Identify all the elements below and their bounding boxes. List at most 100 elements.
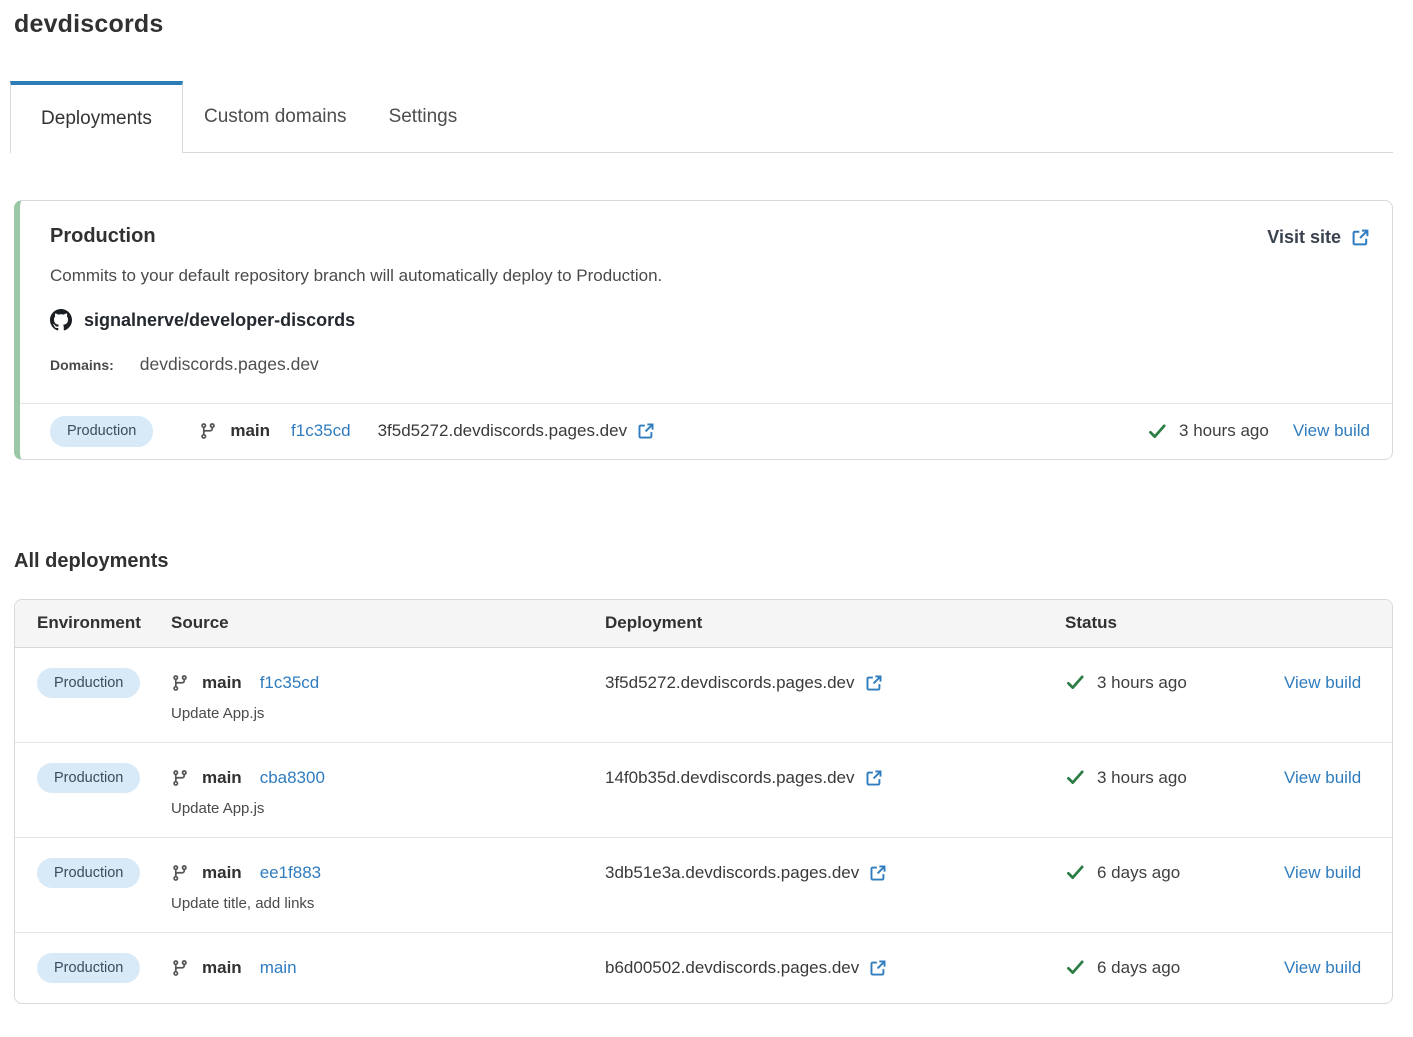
deployment-url: 3f5d5272.devdiscords.pages.dev [378,421,628,441]
tab-bar: Deployments Custom domains Settings [10,81,1393,153]
git-branch-icon [199,422,217,440]
status-cell: 3 hours ago [1065,668,1284,698]
environment-cell: Production [37,953,171,984]
deployment-url-group[interactable]: b6d00502.devdiscords.pages.dev [605,958,887,978]
deployment-url-group[interactable]: 3f5d5272.devdiscords.pages.dev [605,673,883,693]
commit-link[interactable]: f1c35cd [291,421,351,441]
environment-badge: Production [37,763,140,794]
visit-site-link[interactable]: Visit site [1267,227,1370,248]
deployment-cell: b6d00502.devdiscords.pages.dev [605,953,1065,983]
table-header-row: Environment Source Deployment Status [15,600,1392,648]
view-build-link[interactable]: View build [1284,768,1361,788]
git-branch-icon [171,864,189,882]
deployment-url-group[interactable]: 3db51e3a.devdiscords.pages.dev [605,863,887,883]
success-check-icon [1065,957,1086,978]
column-header-status: Status [1065,613,1284,633]
external-link-icon [869,959,887,977]
view-build-link[interactable]: View build [1284,673,1361,693]
deployment-url: 14f0b35d.devdiscords.pages.dev [605,768,855,788]
status-time: 6 days ago [1097,958,1180,978]
github-icon [50,309,72,331]
environment-cell: Production [37,668,171,699]
table-row: Production main main b6d00502.devdiscord… [15,932,1392,1004]
branch-name: main [202,768,242,788]
commit-message: Update App.js [171,705,605,722]
commit-message: Update title, add links [171,895,605,912]
deployment-url: b6d00502.devdiscords.pages.dev [605,958,859,978]
tab-custom-domains-label: Custom domains [204,106,347,128]
git-branch-icon [171,959,189,977]
column-header-deployment: Deployment [605,613,1065,633]
git-branch-icon [171,674,189,692]
tab-deployments[interactable]: Deployments [10,81,183,153]
table-row: Production main ee1f883 Update title, ad… [15,837,1392,932]
source-cell: main ee1f883 Update title, add links [171,858,605,912]
branch-name: main [230,421,270,441]
view-build-link[interactable]: View build [1284,863,1361,883]
status-time: 3 hours ago [1097,768,1187,788]
production-card-title: Production [50,225,1370,248]
success-check-icon [1065,767,1086,788]
status-cell: 6 days ago [1065,858,1284,888]
actions-cell: View build [1284,858,1380,888]
status-time: 6 days ago [1097,863,1180,883]
external-link-icon [865,769,883,787]
actions-cell: View build [1284,668,1380,698]
domains-value: devdiscords.pages.dev [140,354,319,375]
environment-badge: Production [37,953,140,984]
git-branch-icon [171,769,189,787]
all-deployments-title: All deployments [14,550,1393,573]
column-header-environment: Environment [37,613,171,633]
commit-link[interactable]: f1c35cd [260,673,320,693]
view-build-link[interactable]: View build [1293,421,1370,441]
commit-message: Update App.js [171,800,605,817]
external-link-icon [865,674,883,692]
view-build-link[interactable]: View build [1284,958,1361,978]
branch-name: main [202,673,242,693]
status-group: 3 hours ago [1147,421,1269,442]
environment-badge: Production [37,858,140,889]
production-card-description: Commits to your default repository branc… [50,266,1370,286]
commit-link[interactable]: cba8300 [260,768,325,788]
production-row-status: 3 hours ago View build [1147,421,1370,442]
external-link-icon [1351,228,1370,247]
actions-cell: View build [1284,763,1380,793]
pages-project-page: devdiscords Deployments Custom domains S… [0,0,1413,1004]
deployment-url: 3f5d5272.devdiscords.pages.dev [605,673,855,693]
success-check-icon [1065,862,1086,883]
environment-badge: Production [50,416,153,447]
status-time: 3 hours ago [1179,421,1269,441]
environment-cell: Production [37,763,171,794]
deployment-cell: 3f5d5272.devdiscords.pages.dev [605,668,1065,698]
tab-deployments-label: Deployments [41,108,152,130]
status-cell: 6 days ago [1065,953,1284,983]
production-deployment-row: Production main f1c35cd 3f5d5272.devdisc… [20,403,1392,459]
branch-name: main [202,863,242,883]
external-link-icon [869,864,887,882]
deployment-cell: 14f0b35d.devdiscords.pages.dev [605,763,1065,793]
commit-link[interactable]: main [260,958,297,978]
deployment-cell: 3db51e3a.devdiscords.pages.dev [605,858,1065,888]
table-row: Production main cba8300 Update App.js 14… [15,742,1392,837]
page-title: devdiscords [14,10,1393,39]
tab-settings-label: Settings [389,106,458,128]
deployment-url-group[interactable]: 3f5d5272.devdiscords.pages.dev [378,421,656,441]
tab-custom-domains[interactable]: Custom domains [183,81,368,152]
deployments-table: Environment Source Deployment Status Pro… [14,599,1393,1005]
actions-cell: View build [1284,953,1380,983]
column-header-source: Source [171,613,605,633]
deployment-url-group[interactable]: 14f0b35d.devdiscords.pages.dev [605,768,883,788]
branch-name: main [202,958,242,978]
visit-site-label: Visit site [1267,227,1341,248]
status-cell: 3 hours ago [1065,763,1284,793]
repo-name: signalnerve/developer-discords [84,310,355,331]
tab-settings[interactable]: Settings [368,81,479,152]
domains-row: Domains: devdiscords.pages.dev [50,354,1370,375]
table-row: Production main f1c35cd Update App.js 3f… [15,648,1392,742]
deployment-url: 3db51e3a.devdiscords.pages.dev [605,863,859,883]
commit-link[interactable]: ee1f883 [260,863,321,883]
environment-badge: Production [37,668,140,699]
success-check-icon [1147,421,1168,442]
source-cell: main main [171,953,605,983]
production-card-body: Production Commits to your default repos… [20,201,1392,403]
